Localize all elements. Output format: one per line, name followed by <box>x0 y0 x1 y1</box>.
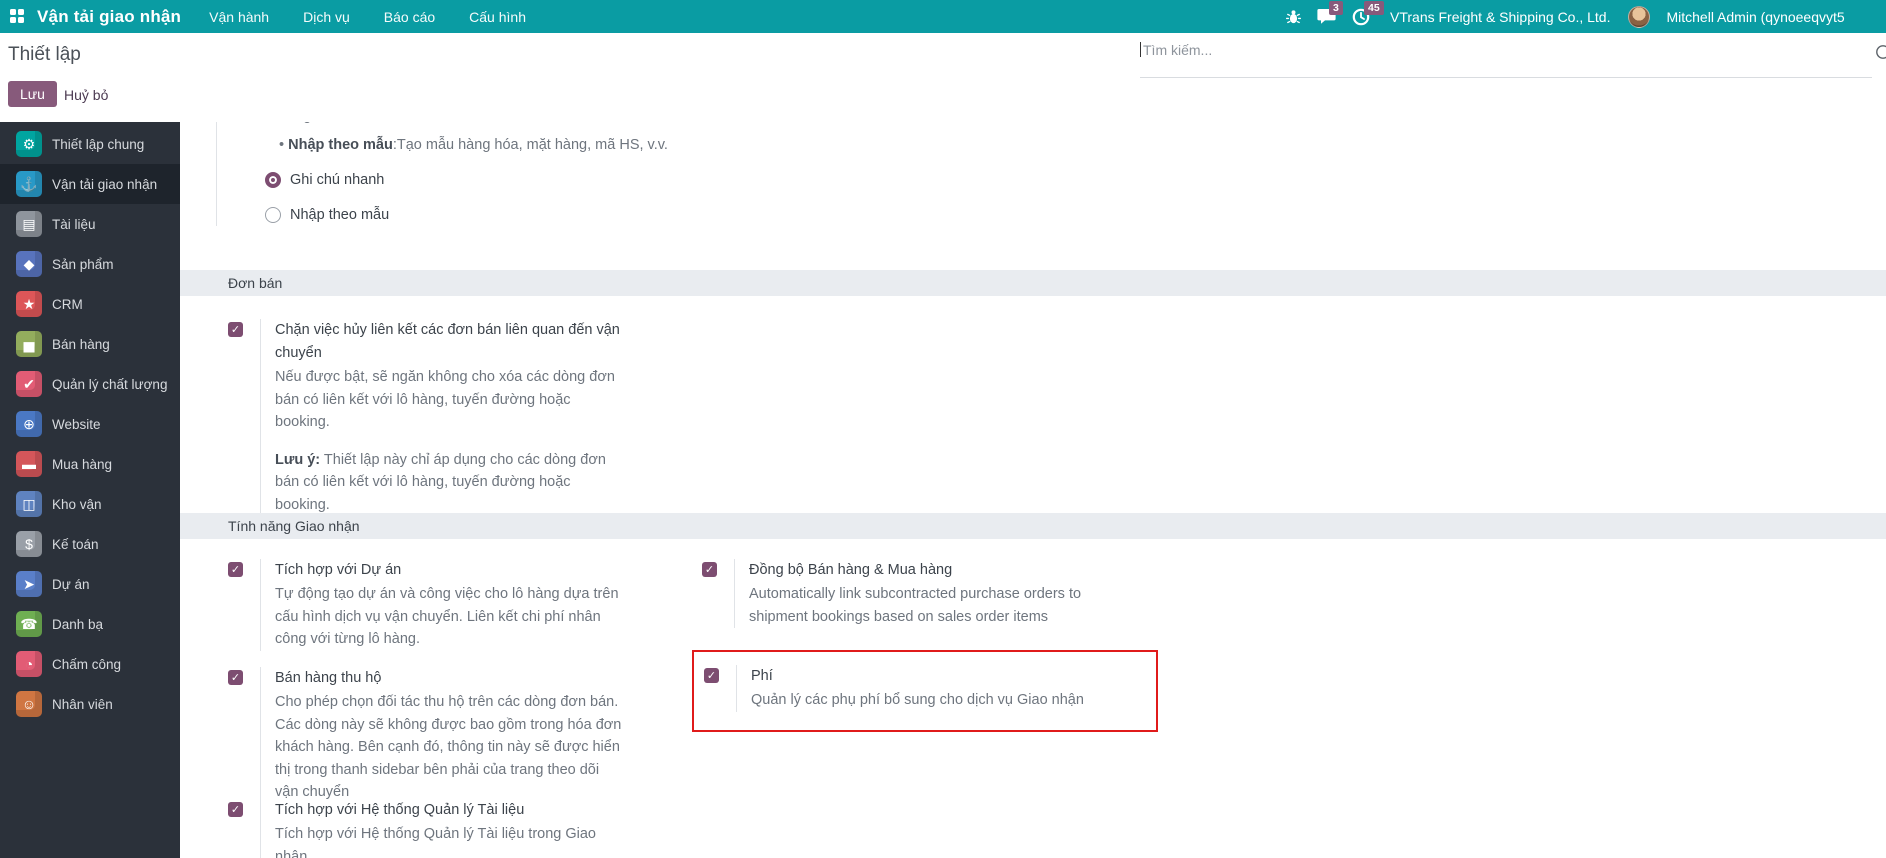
menu-cau-hinh[interactable]: Cấu hình <box>469 9 526 25</box>
checkbox-dms-integration[interactable]: ✓ <box>228 802 243 817</box>
setting-description: Tự động tạo dự án và công việc cho lô hà… <box>275 586 619 647</box>
setting-label[interactable]: Tích hợp với Dự án <box>275 559 625 582</box>
website-icon: ⊕ <box>16 411 42 437</box>
search-placeholder: Tìm kiếm... <box>1143 41 1213 58</box>
user-name[interactable]: Mitchell Admin (qynoeeqvyt5 <box>1666 9 1844 25</box>
setting-description: Nếu được bật, sẽ ngăn không cho xóa các … <box>275 369 615 430</box>
user-avatar[interactable] <box>1628 5 1651 28</box>
search-magnifier-icon[interactable] <box>1874 43 1886 70</box>
sidebar-item-website[interactable]: ⊕ Website <box>0 404 180 444</box>
setting-label[interactable]: Đồng bộ Bán hàng & Mua hàng <box>749 559 1109 582</box>
accounting-icon: $ <box>16 531 42 557</box>
quality-icon: ✔ <box>16 371 42 397</box>
products-icon: ◆ <box>16 251 42 277</box>
sidebar-item-sales[interactable]: ▅ Bán hàng <box>0 324 180 364</box>
import-template-help-line: • Nhập theo mẫu:Tạo mẫu hàng hóa, mặt hà… <box>279 137 668 153</box>
checkbox-sales-purchase-sync[interactable]: ✓ <box>702 562 717 577</box>
menu-bao-cao[interactable]: Báo cáo <box>384 9 435 25</box>
gear-icon: ⚙ <box>16 131 42 157</box>
sidebar-item-general-settings[interactable]: ⚙ Thiết lập chung <box>0 124 180 164</box>
section-header-freight-features: Tính năng Giao nhận <box>180 513 1886 539</box>
setting-block-sales-purchase-sync: ✓ Đồng bộ Bán hàng & Mua hàng Automatica… <box>702 559 1109 628</box>
setting-note: Lưu ý: Thiết lập này chỉ áp dụng cho các… <box>275 451 606 513</box>
setting-block-cancel-link: ✓ Chặn việc hủy liên kết các đơn bán liê… <box>228 319 625 516</box>
radio-import-template[interactable]: Nhập theo mẫu <box>265 204 668 226</box>
app-title[interactable]: Vận tải giao nhận <box>37 7 181 27</box>
sidebar-item-products[interactable]: ◆ Sản phẩm <box>0 244 180 284</box>
menu-van-hanh[interactable]: Vận hành <box>209 9 269 25</box>
setting-block-fees: ✓ Phí Quản lý các phụ phí bổ sung cho dị… <box>704 665 1146 712</box>
text-caret <box>1140 42 1141 58</box>
employees-icon: ☺ <box>16 691 42 717</box>
setting-description: Tích hợp với Hệ thống Quản lý Tài liệu t… <box>275 826 596 858</box>
sidebar-item-purchase[interactable]: ▬ Mua hàng <box>0 444 180 484</box>
debug-bug-icon[interactable] <box>1286 9 1301 25</box>
radio-selected-icon[interactable] <box>265 172 281 188</box>
setting-block-collect-on-behalf: ✓ Bán hàng thu hộ Cho phép chọn đối tác … <box>228 667 625 804</box>
setting-label[interactable]: Phí <box>751 665 1111 688</box>
sidebar-item-project[interactable]: ➤ Dự án <box>0 564 180 604</box>
top-menu: Vận hành Dịch vụ Báo cáo Cấu hình <box>209 9 526 25</box>
setting-label[interactable]: Tích hợp với Hệ thống Quản lý Tài liệu <box>275 799 625 822</box>
messages-icon[interactable]: 3 <box>1317 1 1343 25</box>
sidebar-item-attendance[interactable]: ◔ Chấm công <box>0 644 180 684</box>
red-highlight-rectangle: ✓ Phí Quản lý các phụ phí bổ sung cho dị… <box>692 650 1158 732</box>
setting-block-project-integration: ✓ Tích hợp với Dự án Tự động tạo dự án v… <box>228 559 625 651</box>
search-input[interactable]: Tìm kiếm... <box>1140 41 1886 81</box>
documents-icon: ▤ <box>16 211 42 237</box>
attendance-icon: ◔ <box>16 651 42 677</box>
breadcrumb: Thiết lập <box>8 44 81 65</box>
search-underline <box>1140 77 1872 78</box>
settings-sidebar: ⚙ Thiết lập chung ⚓ Vận tải giao nhận ▤ … <box>0 122 180 858</box>
sidebar-item-crm[interactable]: ★ CRM <box>0 284 180 324</box>
activities-badge: 45 <box>1364 0 1384 15</box>
radio-unselected-icon[interactable] <box>265 207 281 223</box>
setting-description: Quản lý các phụ phí bổ sung cho dịch vụ … <box>751 692 1084 708</box>
checkbox-cancel-link[interactable]: ✓ <box>228 322 243 337</box>
setting-description: Automatically link subcontracted purchas… <box>749 586 1082 625</box>
import-mode-setting: hàng. • Nhập theo mẫu:Tạo mẫu hàng hóa, … <box>216 110 668 226</box>
activities-clock-icon[interactable]: 45 <box>1352 0 1384 26</box>
crm-icon: ★ <box>16 291 42 317</box>
save-button[interactable]: Lưu <box>8 81 57 107</box>
setting-description: Cho phép chọn đối tác thu hộ trên các dò… <box>275 694 622 800</box>
checkbox-fees[interactable]: ✓ <box>704 668 719 683</box>
radio-quick-note[interactable]: Ghi chú nhanh <box>265 169 668 191</box>
checkbox-collect-on-behalf[interactable]: ✓ <box>228 670 243 685</box>
inventory-icon: ◫ <box>16 491 42 517</box>
contacts-icon: ☎ <box>16 611 42 637</box>
sidebar-item-quality[interactable]: ✔ Quản lý chất lượng <box>0 364 180 404</box>
settings-content: hàng. • Nhập theo mẫu:Tạo mẫu hàng hóa, … <box>180 110 1886 858</box>
checkbox-project-integration[interactable]: ✓ <box>228 562 243 577</box>
sidebar-item-freight[interactable]: ⚓ Vận tải giao nhận <box>0 164 180 204</box>
purchase-icon: ▬ <box>16 451 42 477</box>
section-header-sales-orders: Đơn bán <box>180 270 1886 296</box>
sidebar-item-inventory[interactable]: ◫ Kho vận <box>0 484 180 524</box>
topbar-right: 3 45 VTrans Freight & Shipping Co., Ltd.… <box>1286 0 1845 33</box>
top-navbar: Vận tải giao nhận Vận hành Dịch vụ Báo c… <box>0 0 1886 33</box>
sidebar-item-contacts[interactable]: ☎ Danh bạ <box>0 604 180 644</box>
sidebar-item-documents[interactable]: ▤ Tài liệu <box>0 204 180 244</box>
sidebar-item-employees[interactable]: ☺ Nhân viên <box>0 684 180 724</box>
setting-label[interactable]: Bán hàng thu hộ <box>275 667 625 690</box>
setting-label[interactable]: Chặn việc hủy liên kết các đơn bán liên … <box>275 319 625 365</box>
company-name[interactable]: VTrans Freight & Shipping Co., Ltd. <box>1390 9 1610 25</box>
control-panel: Thiết lập Tìm kiếm... Lưu Huỷ bỏ <box>0 33 1886 122</box>
apps-grid-icon[interactable] <box>10 9 25 24</box>
menu-dich-vu[interactable]: Dịch vụ <box>303 9 350 25</box>
discard-button[interactable]: Huỷ bỏ <box>58 86 114 104</box>
messages-badge: 3 <box>1329 1 1343 15</box>
project-icon: ➤ <box>16 571 42 597</box>
freight-icon: ⚓ <box>16 171 42 197</box>
sales-icon: ▅ <box>16 331 42 357</box>
sidebar-item-accounting[interactable]: $ Kế toán <box>0 524 180 564</box>
setting-block-dms-integration: ✓ Tích hợp với Hệ thống Quản lý Tài liệu… <box>228 799 625 858</box>
